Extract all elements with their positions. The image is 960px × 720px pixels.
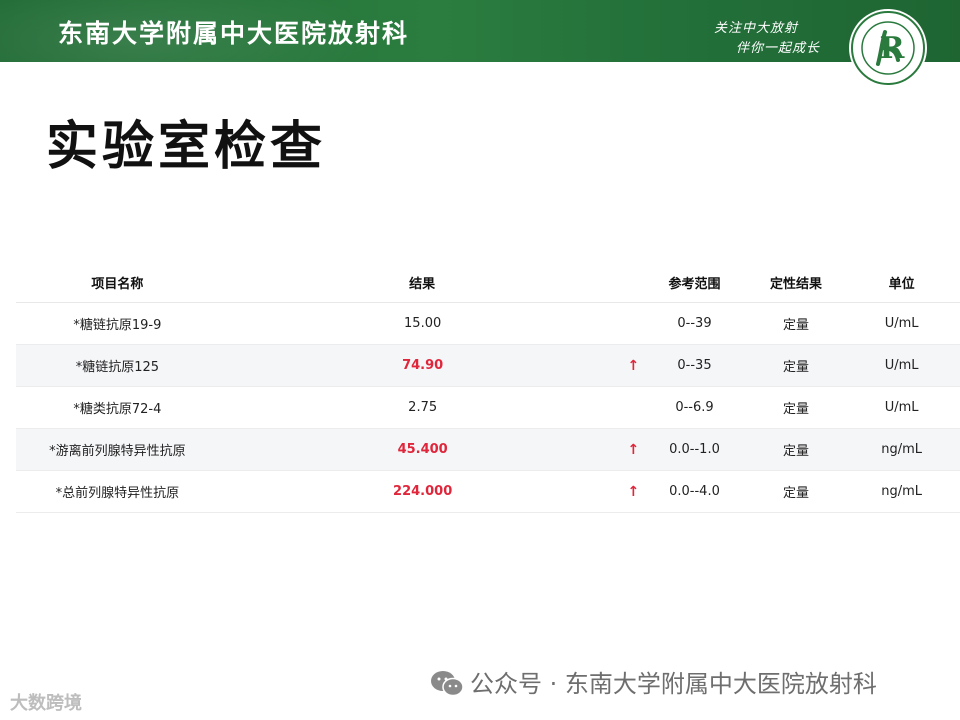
item-name: *总前列腺特异性抗原	[16, 470, 219, 513]
result-value: 45.400	[218, 428, 627, 471]
flag-arrow-icon	[626, 302, 641, 345]
unit: U/mL	[843, 386, 960, 429]
flag-arrow-icon: ↑	[626, 428, 641, 471]
slogan-line-2: 伴你一起成长	[736, 41, 821, 56]
item-name: *糖链抗原125	[16, 344, 219, 387]
hospital-logo: R	[849, 9, 927, 87]
unit: U/mL	[843, 344, 960, 387]
table-row: *糖链抗原19-9 15.00 0--39 定量 U/mL	[16, 302, 960, 345]
qualitative-result: 定量	[748, 344, 844, 387]
result-value: 15.00	[218, 302, 627, 345]
table-row: *总前列腺特异性抗原 224.000 ↑ 0.0--4.0 定量 ng/mL	[16, 470, 960, 513]
column-header-result: 结果	[218, 262, 627, 303]
corner-watermark: 大数跨境	[10, 693, 82, 714]
table-row: *糖类抗原72-4 2.75 0--6.9 定量 U/mL	[16, 386, 960, 429]
unit: ng/mL	[843, 428, 960, 471]
table-row: *糖链抗原125 74.90 ↑ 0--35 定量 U/mL	[16, 344, 960, 387]
flag-arrow-icon: ↑	[626, 344, 641, 387]
item-name: *糖类抗原72-4	[16, 386, 219, 429]
department-title: 东南大学附属中大医院放射科	[58, 19, 410, 48]
result-value: 74.90	[218, 344, 627, 387]
flag-arrow-icon: ↑	[626, 470, 641, 513]
flag-arrow-icon	[626, 386, 641, 429]
logo-letter: R	[880, 31, 906, 66]
column-header-qualitative: 定性结果	[748, 262, 844, 303]
item-name: *游离前列腺特异性抗原	[16, 428, 219, 471]
qualitative-result: 定量	[748, 428, 844, 471]
reference-range: 0--6.9	[640, 386, 749, 429]
result-value: 224.000	[218, 470, 627, 513]
unit: U/mL	[843, 302, 960, 345]
qualitative-result: 定量	[748, 302, 844, 345]
wechat-icon	[431, 671, 464, 697]
table-row: *游离前列腺特异性抗原 45.400 ↑ 0.0--1.0 定量 ng/mL	[16, 428, 960, 471]
page-title: 实验室检查	[46, 117, 327, 177]
slogan-line-1: 关注中大放射	[714, 21, 799, 36]
qualitative-result: 定量	[748, 470, 844, 513]
reference-range: 0.0--4.0	[640, 470, 749, 513]
reference-range: 0--35	[640, 344, 749, 387]
header-banner: 东南大学附属中大医院放射科 关注中大放射 伴你一起成长	[0, 0, 960, 62]
watermark-text: 公众号 · 东南大学附属中大医院放射科	[470, 670, 877, 698]
column-header-item-name: 项目名称	[16, 262, 219, 303]
reference-range: 0.0--1.0	[640, 428, 749, 471]
unit: ng/mL	[843, 470, 960, 513]
wechat-watermark: 公众号 · 东南大学附属中大医院放射科	[430, 664, 877, 699]
result-value: 2.75	[218, 386, 627, 429]
column-header-flag	[626, 262, 641, 303]
column-header-reference-range: 参考范围	[640, 262, 749, 303]
qualitative-result: 定量	[748, 386, 844, 429]
item-name: *糖链抗原19-9	[16, 302, 219, 345]
table-header-row: 项目名称 结果 参考范围 定性结果 单位	[16, 262, 960, 303]
lab-results-table: 项目名称 结果 参考范围 定性结果 单位 *糖链抗原19-9 15.00 0--…	[16, 262, 960, 513]
reference-range: 0--39	[640, 302, 749, 345]
column-header-unit: 单位	[843, 262, 960, 303]
